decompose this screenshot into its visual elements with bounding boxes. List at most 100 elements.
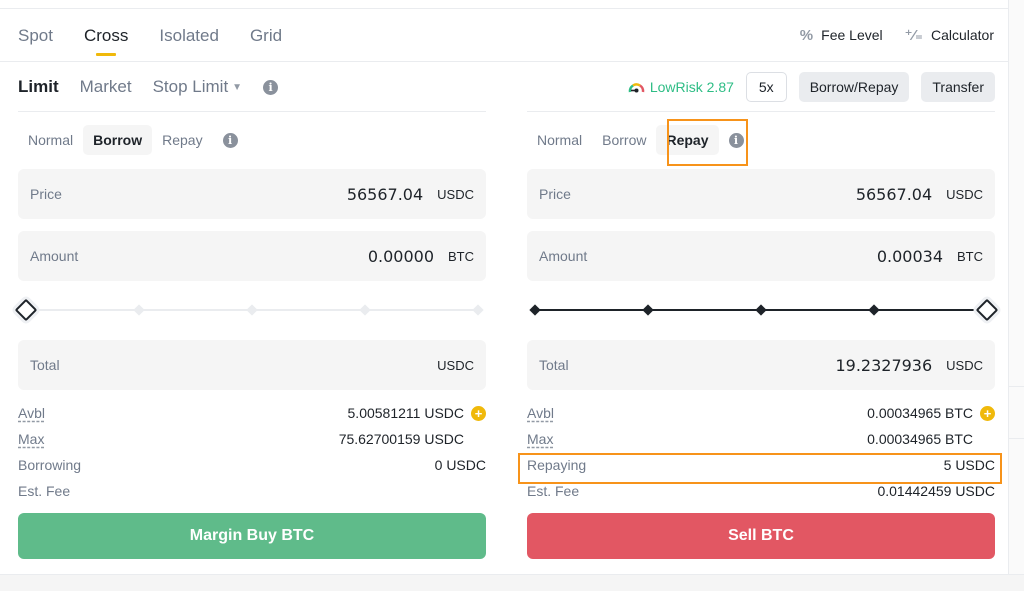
repaying-row-highlight <box>518 453 1002 484</box>
amount-unit: BTC <box>957 248 983 264</box>
gutter-divider <box>1008 438 1024 439</box>
account-controls: LowRisk 2.87 5x Borrow/Repay Transfer <box>628 72 995 102</box>
slider-step-50[interactable] <box>246 304 258 316</box>
info-icon[interactable]: i <box>263 79 279 95</box>
sell-amount-slider[interactable] <box>527 298 999 322</box>
avbl-value-wrap: 0.00034965 BTC + <box>867 405 995 421</box>
info-icon[interactable]: i <box>222 132 238 148</box>
max-row: Max 0.00034965 BTC <box>527 426 995 452</box>
amount-label: Amount <box>30 248 79 264</box>
price-value: 56567.04 <box>855 184 933 204</box>
slider-step-0[interactable] <box>529 304 541 316</box>
max-value: 0.00034965 BTC <box>867 431 973 447</box>
order-type-tabs: Limit Market Stop Limit ▼ i <box>18 77 279 97</box>
avbl-row: Avbl 0.00034965 BTC + <box>527 400 995 426</box>
tabs-divider <box>0 61 1008 62</box>
borrowing-value: 0 USDC <box>434 457 486 473</box>
tab-grid[interactable]: Grid <box>250 26 282 56</box>
buy-amount-slider[interactable] <box>14 298 486 322</box>
footer-band <box>0 574 1024 591</box>
total-label: Total <box>539 357 569 373</box>
sell-total-input[interactable]: Total 19.2327936 USDC <box>527 340 995 390</box>
amount-value: 0.00000 <box>367 246 434 266</box>
max-label[interactable]: Max <box>527 431 553 447</box>
add-funds-icon[interactable]: + <box>471 405 486 421</box>
est-fee-value: 0.01442459 USDC <box>877 483 995 499</box>
avbl-label[interactable]: Avbl <box>18 405 45 421</box>
tab-spot[interactable]: Spot <box>18 26 53 56</box>
top-border <box>0 8 1008 9</box>
stop-limit-label: Stop Limit <box>152 77 229 96</box>
buy-info-rows: Avbl 5.00581211 USDC + Max 75.62700159 U… <box>18 400 486 504</box>
leverage-button[interactable]: 5x <box>745 72 787 102</box>
slider-step-25[interactable] <box>642 304 654 316</box>
max-value: 75.62700159 USDC <box>338 431 464 447</box>
tab-cross[interactable]: Cross <box>84 26 128 56</box>
calculator-icon: ⁺⁄₌ <box>904 27 923 44</box>
right-divider <box>527 111 995 112</box>
slider-step-50[interactable] <box>755 304 767 316</box>
price-value: 56567.04 <box>346 184 424 204</box>
fee-level-label: Fee Level <box>821 27 883 43</box>
total-label: Total <box>30 357 60 373</box>
risk-label: LowRisk 2.87 <box>649 79 734 95</box>
buy-tab-repay[interactable]: Repay <box>152 125 212 155</box>
price-unit: USDC <box>437 186 474 202</box>
price-label: Price <box>539 186 571 202</box>
avbl-value: 5.00581211 USDC <box>347 405 464 421</box>
buy-sub-tabs: Normal Borrow Repay i <box>18 125 238 155</box>
est-fee-label: Est. Fee <box>527 483 580 499</box>
slider-handle[interactable] <box>975 298 999 322</box>
avbl-row: Avbl 5.00581211 USDC + <box>18 400 486 426</box>
sell-tab-normal[interactable]: Normal <box>527 125 592 155</box>
total-unit: USDC <box>946 357 983 373</box>
avbl-label[interactable]: Avbl <box>527 405 554 421</box>
slider-handle[interactable] <box>14 298 38 322</box>
buy-tab-normal[interactable]: Normal <box>18 125 83 155</box>
max-label[interactable]: Max <box>18 431 44 447</box>
borrowing-label: Borrowing <box>18 457 82 473</box>
calculator-link[interactable]: ⁺⁄₌ Calculator <box>905 26 994 44</box>
percent-icon: % <box>799 26 814 44</box>
slider-step-100[interactable] <box>472 304 484 316</box>
price-label: Price <box>30 186 62 202</box>
sell-button[interactable]: Sell BTC <box>527 513 995 559</box>
slider-step-25[interactable] <box>133 304 145 316</box>
fee-level-link[interactable]: % Fee Level <box>800 27 883 44</box>
tab-isolated[interactable]: Isolated <box>159 26 219 56</box>
sell-tab-borrow[interactable]: Borrow <box>592 125 656 155</box>
est-fee-row: Est. Fee <box>18 478 486 504</box>
right-gutter <box>1008 0 1024 591</box>
buy-price-input[interactable]: Price 56567.04 USDC <box>18 169 486 219</box>
total-value: 19.2327936 <box>835 355 933 375</box>
borrowing-row: Borrowing 0 USDC <box>18 452 486 478</box>
est-fee-label: Est. Fee <box>18 483 71 499</box>
buy-total-input[interactable]: Total USDC <box>18 340 486 390</box>
borrow-repay-button[interactable]: Borrow/Repay <box>798 72 910 102</box>
buy-tab-borrow[interactable]: Borrow <box>83 125 153 155</box>
slider-step-75[interactable] <box>868 304 880 316</box>
slider-step-75[interactable] <box>359 304 371 316</box>
sell-amount-input[interactable]: Amount 0.00034 BTC <box>527 231 995 281</box>
margin-mode-tabs: Spot Cross Isolated Grid <box>18 26 313 56</box>
order-type-market[interactable]: Market <box>80 77 132 97</box>
order-type-limit[interactable]: Limit <box>18 77 59 97</box>
calculator-label: Calculator <box>930 27 994 43</box>
avbl-value: 0.00034965 BTC <box>867 405 973 421</box>
price-unit: USDC <box>946 186 983 202</box>
left-divider <box>18 111 486 112</box>
order-type-stop-limit[interactable]: Stop Limit ▼ <box>153 77 243 97</box>
tools-bar: % Fee Level ⁺⁄₌ Calculator <box>800 26 994 45</box>
margin-risk-indicator[interactable]: LowRisk 2.87 <box>628 79 734 95</box>
avbl-value-wrap: 5.00581211 USDC + <box>348 405 486 421</box>
amount-unit: BTC <box>448 248 474 264</box>
margin-buy-button[interactable]: Margin Buy BTC <box>18 513 486 559</box>
amount-value: 0.00034 <box>876 246 943 266</box>
buy-amount-input[interactable]: Amount 0.00000 BTC <box>18 231 486 281</box>
add-funds-icon[interactable]: + <box>980 405 995 421</box>
max-row: Max 75.62700159 USDC <box>18 426 486 452</box>
total-unit: USDC <box>437 357 474 373</box>
risk-gauge-icon <box>628 82 645 92</box>
sell-price-input[interactable]: Price 56567.04 USDC <box>527 169 995 219</box>
transfer-button[interactable]: Transfer <box>921 72 995 102</box>
